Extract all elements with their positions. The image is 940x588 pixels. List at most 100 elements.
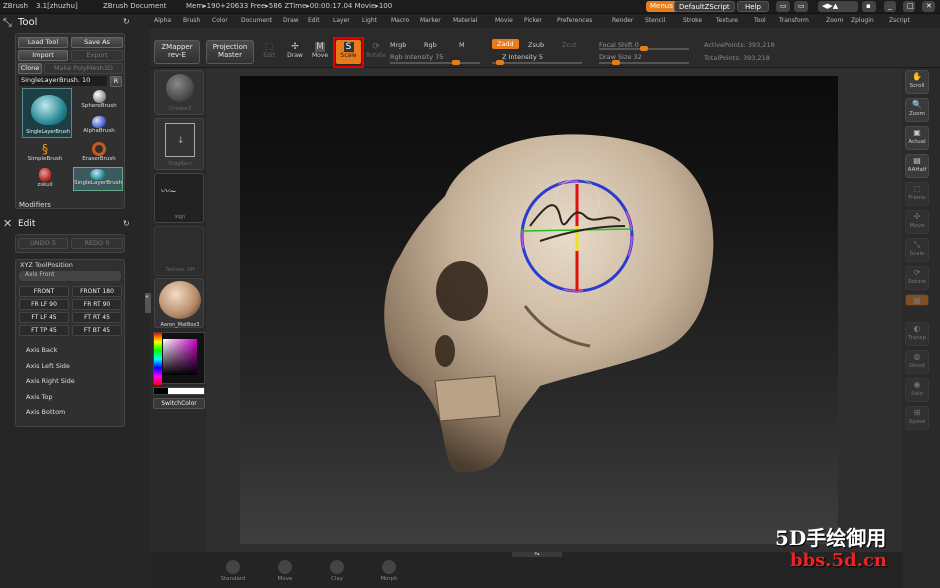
help-button[interactable]: Help xyxy=(737,1,769,12)
make-polymesh-button[interactable]: Make PolyMesh3D xyxy=(44,63,123,74)
redo-button[interactable]: REDO 0 xyxy=(71,238,123,249)
z-intensity-knob[interactable] xyxy=(496,60,504,65)
ft-lf-45-button[interactable]: FT LF 45 xyxy=(19,312,69,323)
menu-zplugin[interactable]: Zplugin xyxy=(851,17,874,24)
z-intensity-slider[interactable] xyxy=(492,60,582,65)
menu-preferences[interactable]: Preferences xyxy=(557,17,592,24)
menu-zoom[interactable]: Zoom xyxy=(826,17,843,24)
tool-edit[interactable]: ⬚ Edit xyxy=(257,42,281,59)
menu-movie[interactable]: Movie xyxy=(495,17,513,24)
bottom-morph[interactable]: Morph xyxy=(376,560,402,582)
undo-button[interactable]: UNDO 5 xyxy=(18,238,68,249)
menu-marker[interactable]: Marker xyxy=(420,17,441,24)
color-picker[interactable] xyxy=(153,332,205,385)
tool-draw[interactable]: ✢ Draw xyxy=(283,42,307,59)
shelf-scroll[interactable]: ✋ Scroll xyxy=(905,70,929,94)
focal-shift-knob[interactable] xyxy=(640,46,648,51)
edit-panel-settings-icon[interactable]: ↻ xyxy=(123,219,130,228)
menu-macro[interactable]: Macro xyxy=(391,17,409,24)
maximize-icon[interactable]: □ xyxy=(903,1,915,12)
mrgb-button[interactable]: Mrgb xyxy=(390,41,406,49)
zcut-button[interactable]: Zcut xyxy=(562,41,577,49)
ft-rt-45-button[interactable]: FT RT 45 xyxy=(72,312,122,323)
switch-color-button[interactable]: SwitchColor xyxy=(153,398,205,409)
import-button[interactable]: Import xyxy=(18,50,68,61)
color-swatch-pair[interactable] xyxy=(153,387,205,395)
brush-alpha[interactable]: AlphaBrush xyxy=(76,116,122,134)
rgb-intensity-knob[interactable] xyxy=(452,60,460,65)
shelf-move[interactable]: ✣ Move xyxy=(905,210,929,234)
menu-color[interactable]: Color xyxy=(212,17,228,24)
menu-light[interactable]: Light xyxy=(362,17,377,24)
tool-scale[interactable]: S Scale xyxy=(336,40,361,64)
tool-move[interactable]: M Move xyxy=(308,42,332,59)
dragrect-slot[interactable]: ↓ DragRect xyxy=(154,118,204,170)
current-tool-thumbnail[interactable]: SingleLayerBrush xyxy=(22,88,72,138)
front-button[interactable]: FRONT xyxy=(19,286,69,297)
fr-lf-90-button[interactable]: FR LF 90 xyxy=(19,299,69,310)
brush-simple[interactable]: § SimpleBrush xyxy=(22,142,68,162)
axis-front-selector[interactable]: Axis Front xyxy=(19,271,121,281)
shelf-transp[interactable]: ◐ Transp xyxy=(905,322,929,346)
brush-eraser[interactable]: EraserBrush xyxy=(76,142,122,162)
secondary-color-swatch[interactable] xyxy=(168,388,204,394)
menu-stroke[interactable]: Stroke xyxy=(683,17,702,24)
menu-tool[interactable]: Tool xyxy=(754,17,766,24)
menu-document[interactable]: Document xyxy=(241,17,272,24)
document-canvas[interactable] xyxy=(240,76,838,544)
axis-right-side-item[interactable]: Axis Right Side xyxy=(26,377,75,385)
shelf-frame[interactable]: ⬚ Frame xyxy=(905,182,929,206)
shelf-ghost[interactable]: ◍ Ghost xyxy=(905,350,929,374)
r-button[interactable]: R xyxy=(110,76,122,87)
brush-singlelayer[interactable]: SingleLayerBrush xyxy=(73,167,123,191)
m-button[interactable]: M xyxy=(459,41,465,49)
axis-bottom-item[interactable]: Axis Bottom xyxy=(26,408,65,416)
shelf-rotate[interactable]: ⟳ Rotate xyxy=(905,266,929,290)
modifiers-label[interactable]: Modifiers xyxy=(19,201,51,209)
axis-back-item[interactable]: Axis Back xyxy=(26,346,57,354)
menu-zscript[interactable]: Zscript xyxy=(889,17,910,24)
brush-zskull[interactable]: zskull xyxy=(22,168,68,188)
draw-size-knob[interactable] xyxy=(612,60,620,65)
tool-rotate[interactable]: ⟳ Rotate xyxy=(364,42,388,59)
ft-tp-45-button[interactable]: FT TP 45 xyxy=(19,325,69,336)
menu-transform[interactable]: Transform xyxy=(779,17,809,24)
menu-picker[interactable]: Picker xyxy=(524,17,542,24)
menu-layer[interactable]: Layer xyxy=(333,17,350,24)
clone-button[interactable]: Clone xyxy=(18,63,42,74)
menu-edit[interactable]: Edit xyxy=(308,17,320,24)
hue-strip[interactable] xyxy=(154,333,162,385)
stroke-slot[interactable]: 〰~ sign xyxy=(154,173,204,223)
shelf-aahalf[interactable]: ▤ AAHalf xyxy=(905,154,929,178)
texture-slot[interactable]: Texture: Off xyxy=(154,226,204,276)
close-icon[interactable]: ✕ xyxy=(922,1,935,12)
menu-alpha[interactable]: Alpha xyxy=(154,17,171,24)
shelf-polyf[interactable]: ▦ xyxy=(905,294,929,306)
default-zscript-button[interactable]: DefaultZScript xyxy=(674,1,735,12)
zmapper-button[interactable]: ZMapper rev-E xyxy=(154,40,200,64)
saturation-field[interactable] xyxy=(163,339,197,375)
shelf-solo[interactable]: ◉ Solo xyxy=(905,378,929,402)
save-as-button[interactable]: Save As xyxy=(71,37,123,48)
layout-icon[interactable]: ▭ xyxy=(776,1,790,12)
rgb-intensity-slider[interactable] xyxy=(390,60,480,65)
bottom-clay[interactable]: Clay xyxy=(324,560,350,582)
tool-panel-settings-icon[interactable]: ↻ xyxy=(123,17,130,26)
minimize-icon[interactable]: _ xyxy=(884,1,896,12)
bottom-shelf-toggle[interactable]: ▾▴ xyxy=(512,552,562,557)
front-180-button[interactable]: FRONT 180 xyxy=(72,286,122,297)
shelf-zoom[interactable]: 🔍 Zoom xyxy=(905,98,929,122)
menu-stencil[interactable]: Stencil xyxy=(645,17,665,24)
zadd-button[interactable]: Zadd xyxy=(492,39,519,49)
fr-rt-90-button[interactable]: FR RT 90 xyxy=(72,299,122,310)
material-sphere-slot[interactable]: Chester3 xyxy=(154,70,204,115)
tray-collapse-handle[interactable]: ◂ xyxy=(145,293,151,313)
ft-bt-45-button[interactable]: FT BT 45 xyxy=(72,325,122,336)
lock-icon[interactable]: ▪ xyxy=(862,1,876,12)
axis-left-side-item[interactable]: Axis Left Side xyxy=(26,362,70,370)
view-arrows-icon[interactable]: ◀▶▲ xyxy=(818,1,858,12)
export-button[interactable]: Export xyxy=(71,50,123,61)
rgb-button[interactable]: Rgb xyxy=(424,41,437,49)
menu-texture[interactable]: Texture xyxy=(716,17,738,24)
menu-brush[interactable]: Brush xyxy=(183,17,200,24)
